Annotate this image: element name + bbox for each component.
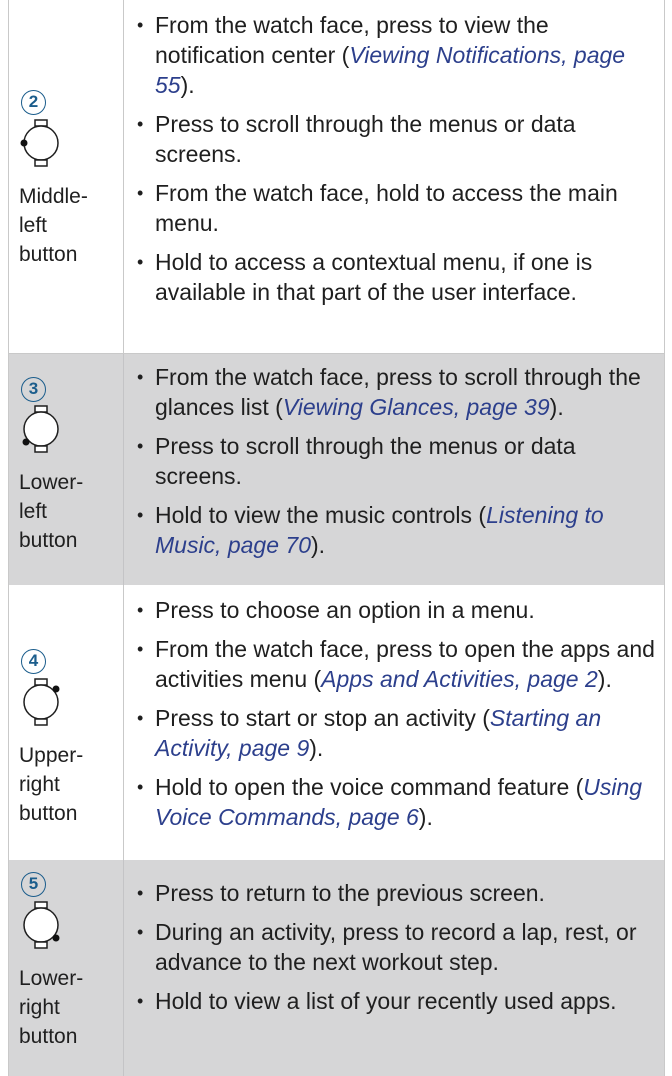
button-name-label: Middle- left button xyxy=(19,185,88,266)
list-item: From the watch face, press to view the n… xyxy=(137,10,662,100)
button-cell: 4 Upper- right button xyxy=(9,585,123,860)
button-cell: 2 Middle- left button xyxy=(9,0,123,353)
button-number-badge: 5 xyxy=(21,872,46,897)
description-list: From the watch face, press to scroll thr… xyxy=(137,362,662,560)
list-item: Hold to access a contextual menu, if one… xyxy=(137,247,662,307)
button-name-label: Lower- right button xyxy=(19,967,84,1048)
button-description-table: 2 Middle- left button From the watch fac… xyxy=(8,0,665,1076)
watch-upper-right-button-icon xyxy=(23,678,60,726)
table-row-middle-left: 2 Middle- left button From the watch fac… xyxy=(9,0,664,353)
button-name-label: Lower- left button xyxy=(19,471,84,552)
cross-reference-link[interactable]: Viewing Glances, page 39 xyxy=(283,394,550,420)
table-row-upper-right: 4 Upper- right button Press to choose an… xyxy=(9,585,664,860)
button-number-badge: 2 xyxy=(21,90,46,115)
list-item: Press to start or stop an activity (Star… xyxy=(137,703,662,763)
button-name-label: Upper- right button xyxy=(19,744,84,825)
description-list: Press to return to the previous screen. … xyxy=(137,878,662,1016)
list-item: Hold to view the music controls (Listeni… xyxy=(137,500,662,560)
list-item: Hold to open the voice command feature (… xyxy=(137,772,662,832)
watch-lower-right-button-icon xyxy=(23,901,60,949)
list-item: Press to choose an option in a menu. xyxy=(137,595,662,625)
button-number-badge: 3 xyxy=(21,377,46,402)
button-cell: 3 Lower- left button xyxy=(9,354,123,585)
column-divider xyxy=(123,585,124,860)
table-row-lower-right: 5 Lower- right button Press to return to… xyxy=(9,860,664,1076)
description-list: From the watch face, press to view the n… xyxy=(137,10,662,307)
description-list: Press to choose an option in a menu. Fro… xyxy=(137,595,662,832)
list-item: From the watch face, press to scroll thr… xyxy=(137,362,662,422)
column-divider xyxy=(123,354,124,585)
column-divider xyxy=(123,860,124,1076)
cross-reference-link[interactable]: Apps and Activities, page 2 xyxy=(321,666,598,692)
list-item: Press to scroll through the menus or dat… xyxy=(137,431,662,491)
list-item: Hold to view a list of your recently use… xyxy=(137,986,662,1016)
watch-middle-left-button-icon xyxy=(20,119,59,167)
list-item: From the watch face, press to open the a… xyxy=(137,634,662,694)
table-row-lower-left: 3 Lower- left button From the watch face… xyxy=(9,354,664,585)
column-divider xyxy=(123,0,124,353)
list-item: From the watch face, hold to access the … xyxy=(137,178,662,238)
button-cell: 5 Lower- right button xyxy=(9,860,123,1076)
button-number-badge: 4 xyxy=(21,649,46,674)
list-item: Press to scroll through the menus or dat… xyxy=(137,109,662,169)
list-item: Press to return to the previous screen. xyxy=(137,878,662,908)
list-item: During an activity, press to record a la… xyxy=(137,917,662,977)
watch-lower-left-button-icon xyxy=(22,405,59,453)
